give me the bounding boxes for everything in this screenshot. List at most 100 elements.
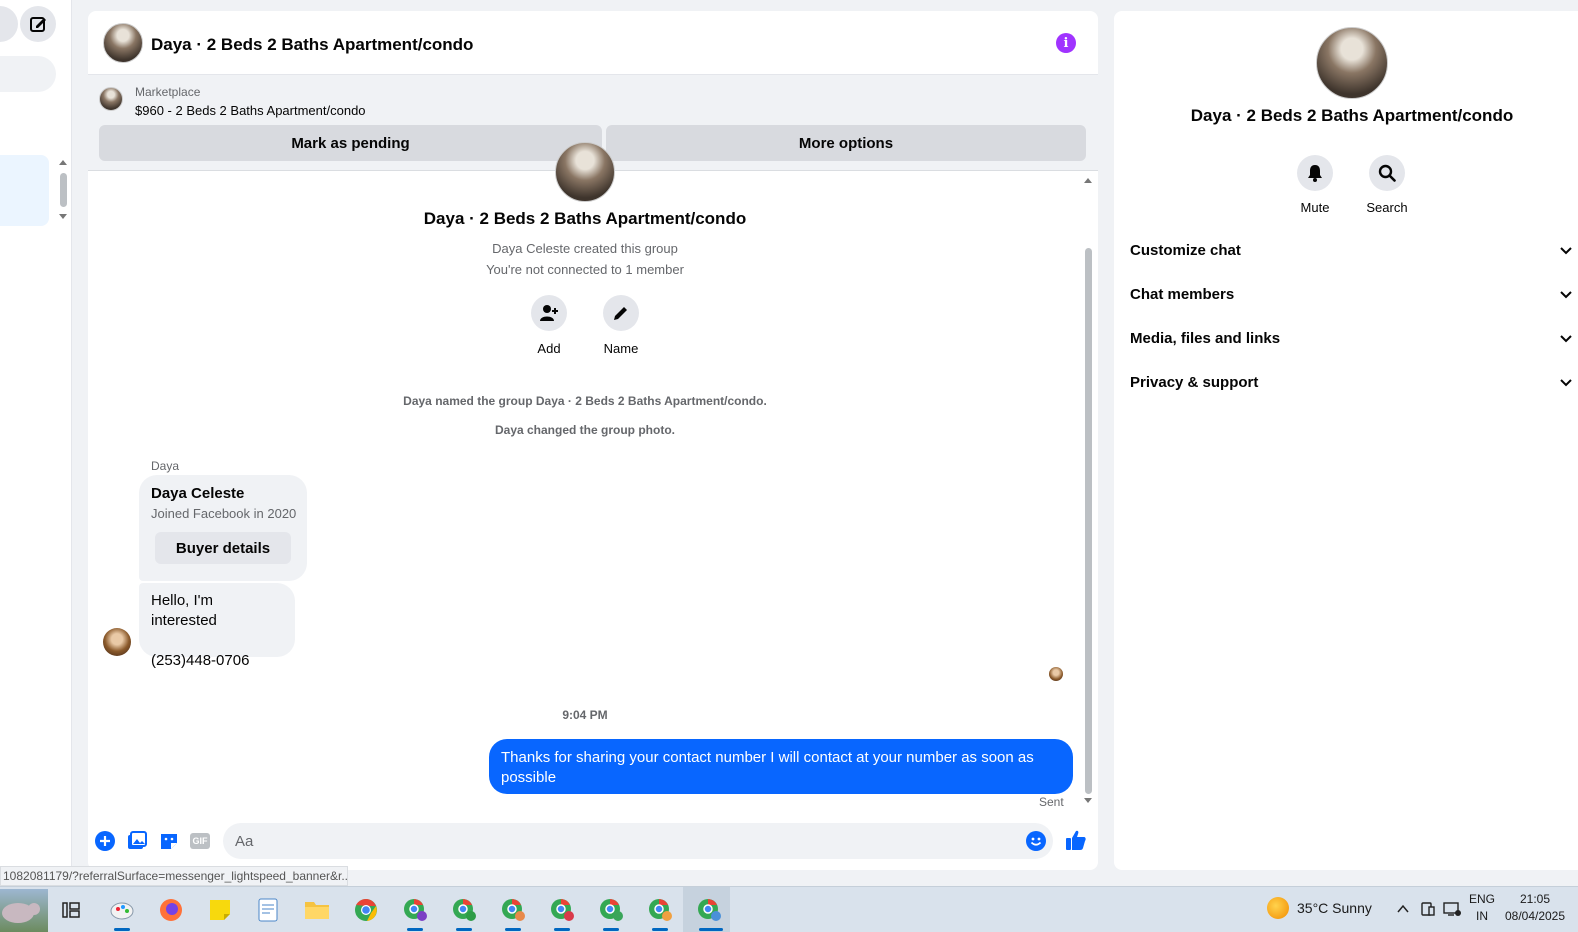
gif-button[interactable]: GIF: [190, 831, 210, 851]
section-customize-chat[interactable]: Customize chat: [1130, 242, 1572, 259]
system-message-photo: Daya changed the group photo.: [494, 423, 675, 437]
mark-as-pending-button[interactable]: Mark as pending: [99, 125, 602, 161]
buyer-card: Daya Celeste Joined Facebook in 2020 Buy…: [139, 475, 307, 581]
conversation-info-panel: Daya · 2 Beds 2 Baths Apartment/condo Mu…: [1114, 11, 1578, 870]
active-indicator: [407, 928, 423, 931]
sticker-button[interactable]: [159, 831, 179, 851]
firefox-icon: [160, 899, 182, 921]
sidebar-scrollbar[interactable]: [60, 173, 67, 207]
taskbar-app-firefox[interactable]: [156, 895, 186, 925]
info-title: Daya · 2 Beds 2 Baths Apartment/condo: [1190, 106, 1514, 125]
task-view-button[interactable]: [56, 895, 86, 925]
like-button[interactable]: [1065, 829, 1087, 851]
message-timestamp: 9:04 PM: [562, 708, 608, 722]
incoming-message-line: Hello, I'm interested: [151, 592, 217, 629]
chrome-profile-icon: [551, 899, 574, 921]
more-options-button[interactable]: More options: [606, 125, 1086, 161]
taskbar-app-sticky-notes[interactable]: [205, 895, 235, 925]
sidebar-active-conversation[interactable]: [0, 155, 49, 226]
message-input-container: [223, 823, 1053, 859]
folder-icon: [305, 902, 329, 919]
section-media-files-links[interactable]: Media, files and links: [1130, 330, 1572, 347]
attach-photo-button[interactable]: [127, 831, 147, 851]
message-input[interactable]: [233, 823, 1013, 859]
sun-icon[interactable]: [1267, 897, 1289, 919]
outgoing-message[interactable]: Thanks for sharing your contact number I…: [489, 739, 1073, 794]
sidebar-search[interactable]: [0, 56, 56, 92]
more-actions-button[interactable]: [95, 831, 115, 851]
taskbar-chrome-profile-6[interactable]: [645, 895, 675, 925]
mute-button[interactable]: Mute: [1285, 155, 1345, 215]
document-icon: [258, 898, 278, 922]
chat-scroll-thumb[interactable]: [1085, 248, 1092, 794]
new-message-button[interactable]: [20, 6, 56, 42]
marketplace-label: Marketplace: [135, 85, 201, 99]
add-member-button[interactable]: Add: [519, 295, 579, 356]
widgets-button[interactable]: [0, 889, 48, 932]
chat-title[interactable]: Daya · 2 Beds 2 Baths Apartment/condo: [151, 35, 473, 55]
taskbar-chrome-profile-1[interactable]: [400, 895, 430, 925]
chevron-down-icon: [1560, 379, 1572, 387]
sidebar-scroll-down[interactable]: [59, 214, 67, 219]
scroll-up-arrow[interactable]: [1084, 178, 1092, 183]
chrome-profile-icon: [502, 899, 525, 921]
chrome-profile-icon: [404, 899, 427, 921]
taskbar-app-file-explorer[interactable]: [302, 895, 332, 925]
compose-icon: [30, 17, 46, 32]
info-icon[interactable]: i: [1056, 33, 1076, 53]
chrome-profile-icon: [453, 899, 476, 921]
taskbar-chrome-profile-4[interactable]: [547, 895, 577, 925]
chevron-down-icon: [1560, 291, 1572, 299]
chat-header: Daya · 2 Beds 2 Baths Apartment/condo i: [88, 11, 1098, 75]
listing-thumbnail[interactable]: [99, 87, 123, 111]
chrome-profile-icon: [649, 899, 672, 921]
active-indicator: [114, 928, 130, 931]
taskbar-chrome-profile-2[interactable]: [449, 895, 479, 925]
chevron-up-icon[interactable]: [1396, 903, 1410, 915]
buyer-details-button[interactable]: Buyer details: [155, 532, 291, 564]
weather-text[interactable]: 35°C Sunny: [1297, 900, 1372, 916]
add-label: Add: [537, 341, 561, 356]
clock[interactable]: 21:05 08/04/2025: [1502, 892, 1568, 923]
composer: GIF: [88, 821, 1098, 861]
buyer-name: Daya Celeste: [151, 485, 245, 502]
devices-icon[interactable]: [1420, 901, 1436, 917]
sidebar-scroll-up[interactable]: [59, 160, 67, 165]
chevron-down-icon: [1560, 247, 1572, 255]
menu-button[interactable]: [0, 6, 18, 42]
taskbar-app-paint[interactable]: [107, 895, 137, 925]
chat-panel: Daya · 2 Beds 2 Baths Apartment/condo i …: [88, 11, 1098, 870]
section-label: Chat members: [1130, 286, 1235, 303]
bell-icon: [1308, 165, 1322, 182]
active-indicator: [554, 928, 570, 931]
group-avatar[interactable]: [103, 23, 143, 63]
taskbar-app-chrome[interactable]: [351, 895, 381, 925]
chat-scrollbar[interactable]: [1082, 172, 1094, 818]
incoming-message[interactable]: Hello, I'm interested (253)448-0706: [139, 583, 295, 669]
network-icon[interactable]: [1443, 901, 1461, 917]
active-indicator: [699, 928, 723, 931]
taskbar-chrome-profile-3[interactable]: [498, 895, 528, 925]
scroll-down-arrow[interactable]: [1084, 798, 1092, 803]
mute-label: Mute: [1300, 200, 1330, 215]
link-status-bar: 1082081179/?referralSurface=messenger_li…: [0, 866, 348, 886]
clock-time: 21:05: [1519, 892, 1551, 906]
sender-avatar[interactable]: [103, 628, 131, 656]
emoji-button[interactable]: [1026, 831, 1046, 856]
sent-status: Sent: [1039, 795, 1064, 809]
info-group-avatar[interactable]: [1316, 27, 1388, 99]
taskbar-chrome-profile-5[interactable]: [596, 895, 626, 925]
windows-taskbar: 35°C Sunny ENG IN 21:05 08/04/2025: [0, 886, 1578, 932]
taskbar-app-notepad[interactable]: [253, 895, 283, 925]
taskbar-chrome-profile-7[interactable]: [694, 895, 724, 925]
name-group-button[interactable]: Name: [591, 295, 651, 356]
group-created-text: Daya Celeste created this group: [492, 241, 678, 256]
section-chat-members[interactable]: Chat members: [1130, 286, 1572, 303]
section-privacy-support[interactable]: Privacy & support: [1130, 374, 1572, 391]
name-label: Name: [603, 341, 639, 356]
group-photo: [555, 142, 615, 202]
search-in-conversation-button[interactable]: Search: [1357, 155, 1417, 215]
listing-title[interactable]: $960 - 2 Beds 2 Baths Apartment/condo: [135, 103, 366, 118]
section-label: Customize chat: [1130, 242, 1241, 259]
language-indicator[interactable]: ENG IN: [1468, 892, 1496, 923]
